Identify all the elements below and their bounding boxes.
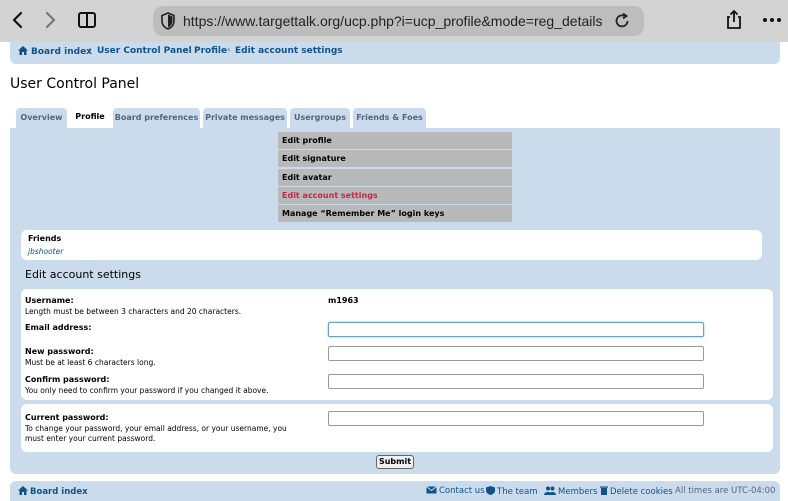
tab-private-messages[interactable]: Private messages: [203, 108, 287, 128]
confirm-password-label: Confirm password:: [25, 375, 110, 384]
breadcrumb: Board index ‹ User Control Panel ‹ Profi…: [10, 42, 780, 64]
email-label: Email address:: [25, 323, 92, 332]
submenu-edit-avatar[interactable]: Edit avatar: [278, 168, 512, 187]
username-hint: Length must be between 3 characters and …: [25, 307, 242, 316]
friends-box: Friends jbshooter: [21, 230, 762, 260]
current-password-label: Current password:: [25, 413, 109, 422]
tab-friends-foes[interactable]: Friends & Foes: [353, 108, 426, 128]
trash-icon: [600, 486, 608, 495]
envelope-icon: [426, 486, 437, 494]
profile-submenu: Edit profile Edit signature Edit avatar …: [278, 132, 512, 223]
submenu-remember-me-keys[interactable]: Manage “Remember Me” login keys: [278, 205, 512, 223]
chevron-right-icon: [45, 11, 56, 29]
share-icon: [727, 9, 741, 29]
tab-overview[interactable]: Overview: [16, 108, 67, 128]
shield-icon: [161, 12, 175, 30]
sidebar-button[interactable]: [75, 8, 99, 32]
breadcrumb-separator: ‹: [227, 45, 231, 55]
username-label: Username:: [25, 296, 74, 305]
home-icon: [18, 486, 28, 495]
confirm-password-field[interactable]: [328, 374, 704, 389]
book-icon: [78, 12, 96, 28]
submenu-edit-account-settings[interactable]: Edit account settings: [278, 186, 512, 205]
new-password-hint: Must be at least 6 characters long.: [25, 358, 156, 367]
submit-button[interactable]: Submit: [376, 455, 414, 469]
new-password-label: New password:: [25, 347, 94, 356]
current-password-hint: To change your password, your email addr…: [25, 424, 287, 433]
address-bar[interactable]: https://www.targettalk.org/ucp.php?i=ucp…: [153, 6, 644, 36]
footer-navbar: Board index Contact us The team Members …: [10, 481, 780, 501]
current-password-hint: must enter your current password.: [25, 434, 156, 443]
footer-delete-cookies[interactable]: Delete cookies: [600, 486, 673, 497]
confirm-password-hint: You only need to confirm your password i…: [25, 386, 269, 395]
current-password-field[interactable]: [328, 411, 704, 426]
reload-icon[interactable]: [612, 11, 632, 31]
footer-the-team[interactable]: The team: [486, 486, 538, 497]
ellipsis-icon: [763, 18, 781, 22]
breadcrumb-separator: ‹: [185, 45, 189, 55]
footer-contact-us[interactable]: Contact us: [426, 486, 485, 496]
submenu-edit-profile[interactable]: Edit profile: [278, 132, 512, 150]
breadcrumb-ucp[interactable]: User Control Panel: [97, 46, 192, 56]
chevron-left-icon: [12, 11, 23, 29]
back-button[interactable]: [6, 8, 30, 32]
email-field[interactable]: [328, 322, 704, 337]
account-settings-form: Username: Length must be between 3 chara…: [21, 289, 773, 400]
breadcrumb-profile[interactable]: Profile: [194, 46, 227, 56]
section-title: Edit account settings: [25, 268, 141, 281]
shield-icon: [486, 486, 495, 495]
browser-toolbar: https://www.targettalk.org/ucp.php?i=ucp…: [0, 0, 788, 42]
share-button[interactable]: [722, 8, 746, 32]
tab-profile[interactable]: Profile: [70, 106, 110, 128]
footer-timezone: All times are UTC-04:00: [675, 486, 776, 496]
page-title: User Control Panel: [10, 76, 140, 92]
tab-usergroups[interactable]: Usergroups: [290, 108, 350, 128]
breadcrumb-edit-account[interactable]: Edit account settings: [235, 46, 343, 56]
submenu-edit-signature[interactable]: Edit signature: [278, 150, 512, 169]
url-text[interactable]: https://www.targettalk.org/ucp.php?i=ucp…: [183, 13, 602, 29]
footer-board-index[interactable]: Board index: [18, 486, 88, 497]
username-value: m1963: [328, 296, 359, 305]
users-icon: [544, 486, 556, 495]
new-password-field[interactable]: [328, 346, 704, 361]
friends-title: Friends: [28, 234, 62, 243]
forward-button[interactable]: [38, 8, 62, 32]
current-password-form: Current password: To change your passwor…: [21, 404, 773, 452]
footer-members[interactable]: Members: [544, 486, 597, 497]
more-button[interactable]: [760, 8, 784, 32]
tab-board-preferences[interactable]: Board preferences: [113, 108, 200, 128]
breadcrumb-board-index[interactable]: Board index: [18, 46, 92, 57]
breadcrumb-separator: ‹: [88, 45, 92, 55]
friend-link[interactable]: jbshooter: [28, 247, 63, 256]
home-icon: [18, 46, 28, 55]
